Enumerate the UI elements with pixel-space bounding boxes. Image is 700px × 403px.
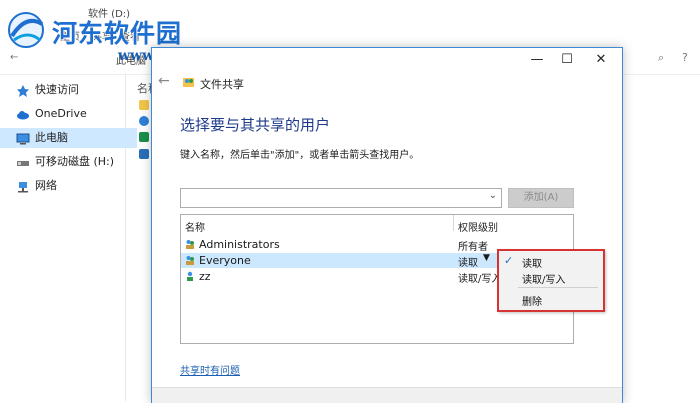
image-file-icon (139, 149, 149, 159)
sidebar-item-removable-disk[interactable]: 可移动磁盘 (H:) (16, 152, 114, 172)
user-name-combobox[interactable]: ⌄ (180, 188, 502, 208)
permission-level[interactable]: 读取 (458, 254, 478, 269)
chevron-down-icon[interactable]: ⌄ (489, 190, 497, 201)
user-name: Administrators (199, 238, 280, 251)
watermark-logo-icon (8, 12, 44, 48)
share-users-icon (183, 78, 194, 87)
watermark-text: 河东软件园 (52, 19, 183, 48)
group-icon (186, 240, 194, 249)
close-button[interactable]: ✕ (584, 48, 618, 72)
permission-level: 读取/写入 (458, 274, 502, 285)
nav-arrow-icon[interactable]: ← (10, 52, 18, 63)
user-icon (187, 271, 193, 281)
sharing-help-link[interactable]: 共享时有问题 (180, 362, 240, 377)
sidebar-item-network[interactable]: 网络 (16, 176, 57, 196)
sidebar-item-onedrive[interactable]: OneDrive (16, 104, 87, 124)
file-share-dialog: — ☐ ✕ ← 文件共享 选择要与其共享的用户 键入名称，然后单击"添加"，或者… (151, 47, 623, 403)
back-arrow-icon[interactable]: ← (158, 73, 170, 89)
app-icon (139, 132, 149, 142)
app-icon (139, 116, 149, 126)
permission-dropdown-arrow-icon[interactable]: ▼ (483, 253, 490, 263)
watermark-logo (4, 10, 50, 53)
highlight-annotation-box (497, 249, 605, 312)
help-icon[interactable]: ? (682, 51, 688, 64)
add-button[interactable]: 添加(A) (508, 188, 574, 208)
column-divider[interactable] (453, 215, 454, 231)
dialog-instruction: 键入名称，然后单击"添加"，或者单击箭头查找用户。 (180, 150, 420, 161)
maximize-button[interactable]: ☐ (550, 48, 584, 72)
group-icon (186, 256, 194, 265)
folder-icon (139, 100, 149, 110)
star-icon (16, 84, 30, 97)
minimize-button[interactable]: — (520, 48, 554, 72)
dialog-title: 文件共享 (200, 78, 244, 91)
computer-icon (16, 132, 30, 145)
navigation-pane: 快速访问 OneDrive 此电脑 可移动磁盘 (H:) 网络 (0, 75, 137, 401)
user-name: Everyone (199, 254, 251, 267)
cloud-icon (16, 108, 30, 120)
sidebar-item-this-pc[interactable]: 此电脑 (0, 128, 137, 148)
user-name: zz (199, 270, 211, 283)
column-header-permission[interactable]: 权限级别 (458, 219, 498, 234)
permission-level: 所有者 (458, 242, 488, 253)
search-icon[interactable]: ⌕ (658, 51, 664, 65)
column-header-name[interactable]: 名称 (185, 219, 205, 234)
network-icon (16, 180, 30, 193)
dialog-heading: 选择要与其共享的用户 (180, 116, 331, 134)
sidebar-item-quick-access[interactable]: 快速访问 (16, 80, 79, 100)
usb-drive-icon (16, 156, 30, 168)
